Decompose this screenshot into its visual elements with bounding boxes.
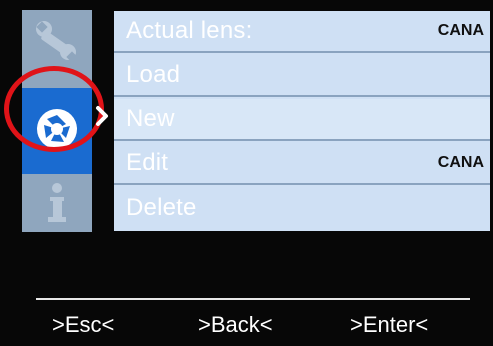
menu-item-label: Delete bbox=[126, 194, 197, 221]
wrench-icon bbox=[34, 19, 80, 70]
menu-item-edit[interactable]: Edit CANA bbox=[114, 143, 490, 185]
chevron-right-icon bbox=[93, 101, 111, 131]
menu-item-value: CANA bbox=[437, 22, 484, 39]
menu-item-label: Edit bbox=[126, 149, 169, 176]
menu-item-new[interactable]: New bbox=[114, 99, 490, 141]
device-screen: Actual lens: CANA Load New Edit CANA Del… bbox=[0, 0, 493, 346]
softkey-enter[interactable]: >Enter< bbox=[350, 310, 428, 340]
selection-highlight-ring bbox=[4, 66, 104, 152]
menu-item-label: Load bbox=[126, 61, 181, 88]
footer-divider bbox=[36, 298, 470, 300]
sidebar-item-info[interactable] bbox=[22, 178, 92, 232]
lens-menu: Actual lens: CANA Load New Edit CANA Del… bbox=[114, 11, 490, 231]
softkey-esc[interactable]: >Esc< bbox=[52, 310, 114, 340]
menu-item-delete[interactable]: Delete bbox=[114, 187, 490, 229]
info-icon bbox=[40, 182, 74, 229]
menu-item-label: New bbox=[126, 105, 175, 132]
menu-item-value: CANA bbox=[437, 154, 484, 171]
softkey-back[interactable]: >Back< bbox=[198, 310, 273, 340]
menu-item-actual-lens[interactable]: Actual lens: CANA bbox=[114, 11, 490, 53]
menu-item-label: Actual lens: bbox=[126, 17, 253, 44]
menu-item-load[interactable]: Load bbox=[114, 55, 490, 97]
